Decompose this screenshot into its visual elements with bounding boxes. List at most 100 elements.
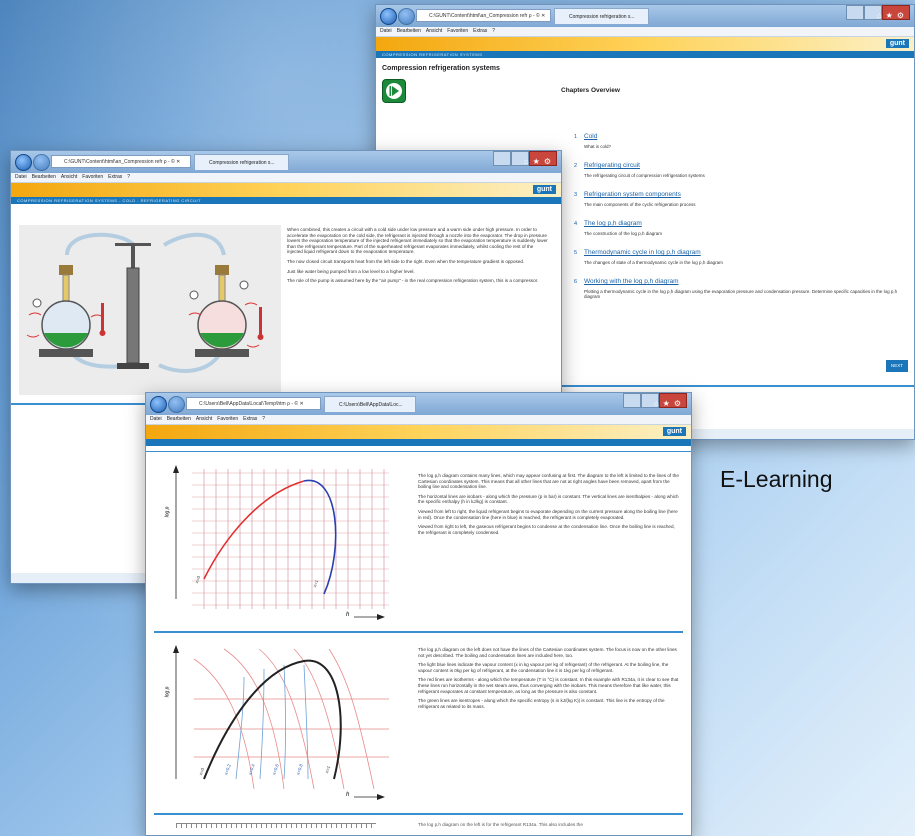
menu-item-favorites[interactable]: Favoriten xyxy=(447,28,468,34)
paragraph: The horizontal lines are isobars - along… xyxy=(418,493,679,505)
chapter-item[interactable]: 2 Refrigerating circuit The refrigerating … xyxy=(574,154,899,183)
gunt-logo: gunt xyxy=(532,185,556,194)
section-band: COMPRESSION REFRIGERATION SYSTEMS - COLD… xyxy=(11,197,561,204)
chapters-list: 1 Cold What is cold? 2 Refrigerating circui… xyxy=(574,125,899,299)
chapter-description: The refrigerating circuit of compression… xyxy=(584,173,705,178)
menu-bar: Datei Bearbeiten Ansicht Favoriten Extras? xyxy=(146,415,691,425)
home-star-gear-icons[interactable]: ⌂★⚙ xyxy=(877,11,908,20)
browser-tab[interactable]: C:\Users\Bell\AppData\Loc... xyxy=(324,396,416,412)
menu-item-favorites[interactable]: Favoriten xyxy=(82,174,103,180)
chapter-item[interactable]: 1 Cold What is cold? xyxy=(574,125,899,154)
minimize-button[interactable] xyxy=(493,151,511,166)
chapter-number: 1 xyxy=(574,134,578,140)
menu-item-edit[interactable]: Bearbeiten xyxy=(167,416,191,422)
paragraph: The red lines are isotherms - along whic… xyxy=(418,677,679,694)
back-button[interactable] xyxy=(380,8,397,25)
chapter-number: 5 xyxy=(574,250,578,256)
minimize-button[interactable] xyxy=(623,393,641,408)
paragraph: Viewed from right to left, the gaseous r… xyxy=(418,524,675,535)
chapter-description: What is cold? xyxy=(584,144,612,149)
section-band xyxy=(146,439,691,446)
menu-item-edit[interactable]: Bearbeiten xyxy=(32,174,56,180)
menu-bar: Datei Bearbeiten Ansicht Favoriten Extras? xyxy=(11,173,561,183)
home-star-gear-icons[interactable]: ⌂★⚙ xyxy=(524,157,555,166)
next-button[interactable]: NEXT xyxy=(886,360,908,372)
chapters-heading: Chapters Overview xyxy=(561,87,620,94)
page-content: gunt log p h x=0 x=1 The log p,h diagram… xyxy=(146,425,691,835)
log-ph-diagram-cartesian: log p h x=0 x=1 xyxy=(164,459,394,629)
chapter-item[interactable]: 3 Refrigeration system components The main… xyxy=(574,183,899,212)
chapter-item[interactable]: 5 Thermodynamic cycle in log p,h diagram T… xyxy=(574,241,899,270)
e-learning-label: E-Learning xyxy=(720,466,833,492)
chapter-description: The main components of the cyclic refrig… xyxy=(584,202,696,207)
diagram-lines-svg xyxy=(173,645,389,800)
menu-item-tools[interactable]: Extras xyxy=(473,28,487,34)
menu-item-file[interactable]: Datei xyxy=(150,416,162,422)
axis-y-label: log p xyxy=(164,506,171,518)
menu-item-help[interactable]: ? xyxy=(262,416,265,422)
forward-button[interactable] xyxy=(398,8,415,25)
diagram-cartesian-svg xyxy=(173,465,389,620)
section3-text-cut: The log p,h diagram on the left is for t… xyxy=(418,822,583,827)
paragraph: The role of the pump is assumed here by … xyxy=(287,278,539,284)
gunt-logo: gunt xyxy=(662,427,686,436)
chapter-number: 6 xyxy=(574,279,578,285)
menu-item-file[interactable]: Datei xyxy=(380,28,392,34)
paragraph: When combined, this creates a circuit wi… xyxy=(287,227,548,255)
paragraph: The now closed circuit transports heat f… xyxy=(287,258,525,264)
menu-item-view[interactable]: Ansicht xyxy=(196,416,212,422)
divider xyxy=(154,631,683,633)
axis-x-label: h xyxy=(346,792,350,798)
chapter-number: 4 xyxy=(574,221,578,227)
chapter-item[interactable]: 4 The log p,h diagram The construction of … xyxy=(574,212,899,241)
menu-bar: Datei Bearbeiten Ansicht Favoriten Extras? xyxy=(376,27,914,37)
address-bar[interactable]: C:\Users\Bell\AppData\Local\Temp\htm ρ -… xyxy=(186,397,321,410)
address-bar[interactable]: C:\GUNT\Content\html\an_Compression refr… xyxy=(416,9,551,22)
title-bar: C:\GUNT\Content\html\an_Compression refr… xyxy=(11,151,561,173)
paragraph: The log p,h diagram on the left does not… xyxy=(418,647,677,658)
ruler-strip xyxy=(176,823,376,828)
chapter-link[interactable]: Refrigeration system components xyxy=(584,191,681,198)
chapter-link[interactable]: Cold xyxy=(584,133,597,140)
header-band: gunt xyxy=(376,37,914,51)
menu-item-help[interactable]: ? xyxy=(492,28,495,34)
axis-x-label: h xyxy=(346,612,350,618)
axis-y-label: log p xyxy=(164,686,171,698)
menu-item-edit[interactable]: Bearbeiten xyxy=(397,28,421,34)
chapter-item[interactable]: 6 Working with the log p,h diagram Plottin… xyxy=(574,270,899,299)
chapter-description: The construction of the log p,h diagram xyxy=(584,231,663,236)
forward-button[interactable] xyxy=(33,154,50,171)
browser-window-diagram: C:\Users\Bell\AppData\Local\Temp\htm ρ -… xyxy=(145,392,692,836)
chapter-description: Plotting a thermodynamic cycle in the lo… xyxy=(584,289,898,299)
chapter-number: 3 xyxy=(574,192,578,198)
menu-item-file[interactable]: Datei xyxy=(15,174,27,180)
paragraph: Viewed from left to right, the liquid re… xyxy=(418,508,678,520)
back-button[interactable] xyxy=(150,396,167,413)
menu-item-view[interactable]: Ansicht xyxy=(426,28,442,34)
header-band: gunt xyxy=(11,183,561,197)
browser-tab[interactable]: Compression refrigeration s... xyxy=(194,154,289,170)
chapter-link[interactable]: Working with the log p,h diagram xyxy=(584,278,679,285)
chapter-link[interactable]: Refrigerating circuit xyxy=(584,162,640,169)
gunt-logo: gunt xyxy=(885,39,909,48)
back-button[interactable] xyxy=(15,154,32,171)
chapter-description: The changes of state of a thermodynamic … xyxy=(584,260,723,265)
chapter-link[interactable]: Thermodynamic cycle in log p,h diagram xyxy=(584,249,701,256)
menu-item-view[interactable]: Ansicht xyxy=(61,174,77,180)
page-title: Compression refrigeration systems xyxy=(382,65,500,72)
menu-item-tools[interactable]: Extras xyxy=(243,416,257,422)
minimize-button[interactable] xyxy=(846,5,864,20)
refrigeration-circuit-illustration xyxy=(19,225,281,395)
menu-item-favorites[interactable]: Favoriten xyxy=(217,416,238,422)
paragraph: The green lines are isentropes - along w… xyxy=(418,698,665,709)
title-bar: C:\GUNT\Content\html\an_Compression refr… xyxy=(376,5,914,27)
browser-tab[interactable]: Compression refrigeration s... xyxy=(554,8,649,24)
menu-item-help[interactable]: ? xyxy=(127,174,130,180)
play-icon[interactable] xyxy=(382,79,406,103)
forward-button[interactable] xyxy=(168,396,185,413)
chapter-link[interactable]: The log p,h diagram xyxy=(584,220,642,227)
home-star-gear-icons[interactable]: ⌂★⚙ xyxy=(654,399,685,408)
circuit-text: When combined, this creates a circuit wi… xyxy=(287,227,549,288)
address-bar[interactable]: C:\GUNT\Content\html\an_Compression refr… xyxy=(51,155,191,168)
menu-item-tools[interactable]: Extras xyxy=(108,174,122,180)
